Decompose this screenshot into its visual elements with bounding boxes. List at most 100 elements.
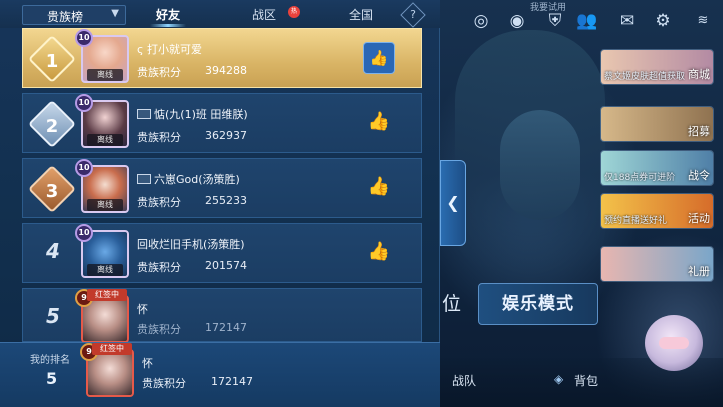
rank-number: 1 <box>45 50 59 72</box>
status-offline: 离线 <box>87 69 123 81</box>
player-name: 六崽God(汤策胜) <box>137 171 240 187</box>
rank-number: 2 <box>45 115 59 137</box>
status-offline: 离线 <box>87 264 123 276</box>
status-live: 红签中 <box>92 343 132 355</box>
card-event[interactable]: 预约直播送好礼 活动 <box>600 193 714 229</box>
target-icon[interactable]: ◎ <box>470 10 492 32</box>
friends-icon[interactable]: 👥 <box>576 10 598 32</box>
shield-icon[interactable]: ⛨ <box>544 10 566 32</box>
leaderboard-row[interactable]: 1 10 离线 ς 打小就可爱 贵族积分 394288 👍 <box>22 28 422 88</box>
ranked-mode-partial[interactable]: 位 <box>440 283 480 325</box>
thumbs-up-icon: 👍 <box>367 111 391 132</box>
card-pass-tag: 战令 <box>688 169 710 182</box>
board-type-dropdown[interactable]: 贵族榜 ▼ <box>22 5 126 25</box>
card-shop-caption: 蔡文姬皮肤超值获取 <box>604 72 686 82</box>
card-shop[interactable]: 蔡文姬皮肤超值获取 商城 <box>600 49 714 85</box>
team-flag-icon <box>137 109 151 119</box>
thumbs-up-icon: 👍 <box>367 241 391 262</box>
score-value: 172147 <box>205 321 247 334</box>
active-tab-indicator <box>150 24 186 27</box>
player-name: 怀 <box>137 303 148 316</box>
bag-button[interactable]: 背包 <box>574 372 598 389</box>
score-label: 贵族积分 <box>137 261 181 274</box>
chevron-down-icon: ▼ <box>111 8 119 19</box>
hot-badge: 热 <box>288 6 300 18</box>
top-bar: ◎ ◉ ⛨ 👥 ✉ ⚙ ≋ <box>440 0 723 44</box>
gear-icon[interactable]: ⚙ <box>652 10 674 32</box>
top-tiny-label: 我要试用 <box>530 3 567 13</box>
score-label: 贵族积分 <box>142 377 186 390</box>
status-live: 红签中 <box>87 289 127 301</box>
avatar[interactable]: 9 红签中 <box>80 343 134 397</box>
tab-global[interactable]: 全国 <box>349 6 373 23</box>
card-event-caption: 预约直播送好礼 <box>604 216 668 226</box>
team-flag-icon <box>137 174 151 184</box>
noble-level-badge: 10 <box>75 29 93 47</box>
bag-icon: ◈ <box>554 372 564 386</box>
avatar[interactable]: 9 红签中 <box>75 289 129 343</box>
rank-badge-silver: 2 <box>27 99 77 149</box>
rank-badge-gold: 1 <box>27 34 77 84</box>
entertainment-mode-button[interactable]: 娱乐模式 <box>478 283 598 325</box>
hero-face <box>500 110 580 220</box>
card-pass[interactable]: 仅188点券可进阶 战令 <box>600 150 714 186</box>
dropdown-label: 贵族榜 <box>47 10 84 24</box>
card-pass-caption: 仅188点券可进阶 <box>604 173 676 183</box>
tab-region[interactable]: 战区 <box>252 6 276 23</box>
my-rank-label: 我的排名 <box>30 355 70 366</box>
help-icon[interactable]: ? <box>400 2 426 28</box>
leaderboard-row[interactable]: 4 10 离线 回收烂旧手机(汤策胜) 贵族积分 201574 👍 <box>22 223 422 283</box>
avatar[interactable]: 10 离线 <box>75 29 129 83</box>
mail-icon[interactable]: ✉ <box>616 10 638 32</box>
eye-icon[interactable]: ◉ <box>506 10 528 32</box>
like-button[interactable]: 👍 <box>363 172 395 204</box>
score-value: 362937 <box>205 129 247 142</box>
noble-level-badge: 10 <box>75 94 93 112</box>
status-offline: 离线 <box>87 199 123 211</box>
avatar[interactable]: 10 离线 <box>75 159 129 213</box>
avatar[interactable]: 10 离线 <box>75 94 129 148</box>
leaderboard-row[interactable]: 5 9 红签中 怀 贵族积分 172147 <box>22 288 422 343</box>
wifi-icon: ≋ <box>697 13 709 28</box>
thumbs-up-icon: 👍 <box>369 49 389 67</box>
chevron-left-icon: ❮ <box>446 193 460 212</box>
score-value: 255233 <box>205 194 247 207</box>
thumbs-up-icon: 👍 <box>367 176 391 197</box>
leaderboard-panel: 贵族榜 ▼ 好友 战区 热 全国 ? 1 10 离线 ς 打小就可爱 贵族积分 … <box>0 0 440 407</box>
like-button[interactable]: 👍 <box>363 237 395 269</box>
tab-friends[interactable]: 好友 <box>156 6 180 23</box>
noble-level-badge: 10 <box>75 224 93 242</box>
card-gift[interactable]: 礼册 <box>600 246 714 282</box>
like-button[interactable]: 👍 <box>363 42 395 74</box>
score-label: 贵族积分 <box>137 66 181 79</box>
player-name: 怀 <box>142 357 153 370</box>
player-name-text: 六崽God(汤策胜) <box>154 173 240 186</box>
player-name: ς 打小就可爱 <box>137 43 202 56</box>
noble-level-badge: 10 <box>75 159 93 177</box>
rank-number: 5 <box>46 304 60 328</box>
card-recruit[interactable]: 招募 <box>600 106 714 142</box>
rank-badge-bronze: 3 <box>27 164 77 214</box>
card-recruit-tag: 招募 <box>688 125 710 138</box>
leaderboard-row[interactable]: 3 10 离线 六崽God(汤策胜) 贵族积分 255233 👍 <box>22 158 422 218</box>
score-label: 贵族积分 <box>137 131 181 144</box>
leaderboard-tabs: 贵族榜 ▼ 好友 战区 热 全国 ? <box>0 0 440 28</box>
avatar[interactable]: 10 离线 <box>75 224 129 278</box>
help-icon-glyph: ? <box>410 8 416 21</box>
mascot-character[interactable] <box>645 315 703 371</box>
my-rank-number: 5 <box>46 369 58 388</box>
collapse-panel-button[interactable]: ❮ <box>440 160 466 246</box>
my-rank-bar: 我的排名 5 9 红签中 怀 贵族积分 172147 <box>0 342 440 407</box>
player-name: 惦(九(1)班 田维朕) <box>137 106 248 122</box>
like-button[interactable]: 👍 <box>363 107 395 139</box>
rank-number: 4 <box>46 239 60 263</box>
score-value: 172147 <box>211 375 253 388</box>
score-label: 贵族积分 <box>137 196 181 209</box>
card-gift-tag: 礼册 <box>688 265 710 278</box>
player-name: 回收烂旧手机(汤策胜) <box>137 238 245 251</box>
team-button[interactable]: 战队 <box>452 372 476 389</box>
score-value: 201574 <box>205 259 247 272</box>
leaderboard-row[interactable]: 2 10 离线 惦(九(1)班 田维朕) 贵族积分 362937 👍 <box>22 93 422 153</box>
player-name-text: 惦(九(1)班 田维朕) <box>154 108 248 121</box>
card-event-tag: 活动 <box>688 212 710 225</box>
